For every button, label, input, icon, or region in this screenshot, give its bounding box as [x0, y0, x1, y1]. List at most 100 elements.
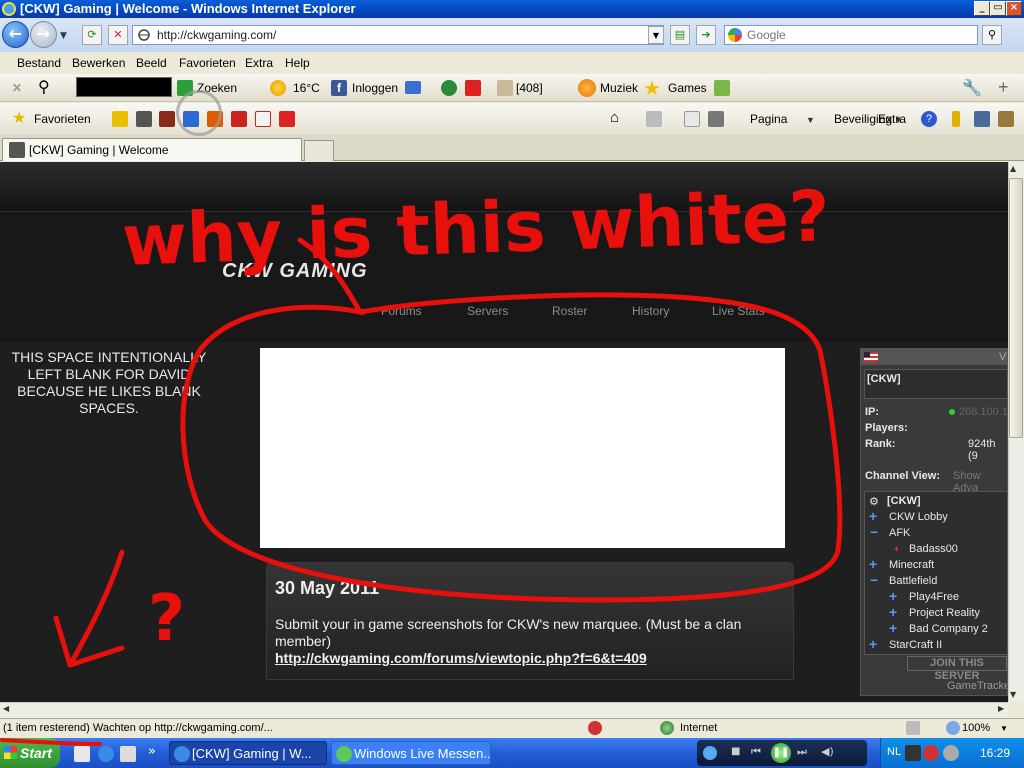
scroll-up-icon[interactable]: ▲ [1010, 164, 1016, 173]
weather-temp[interactable]: 16°C [293, 81, 320, 95]
collapse-icon[interactable]: − [870, 572, 878, 588]
protected-mode-icon[interactable] [906, 721, 920, 735]
tab-ckw-gaming[interactable]: [CKW] Gaming | Welcome [2, 138, 302, 161]
expand-icon[interactable]: + [869, 508, 877, 524]
page-menu[interactable]: Pagina [750, 112, 787, 126]
forward-button[interactable]: → [30, 21, 57, 48]
expand-icon[interactable]: + [869, 556, 877, 572]
channel-item[interactable]: Minecraft [889, 559, 934, 571]
channel-item[interactable]: Project Reality [909, 607, 980, 619]
mail-icon[interactable] [405, 81, 421, 94]
add-favorite-icon[interactable] [112, 111, 128, 127]
gametracker-footer[interactable]: GameTracker [947, 680, 1007, 692]
tray-steam-icon[interactable] [905, 745, 921, 761]
menu-bestand[interactable]: Bestand [17, 56, 61, 70]
search-input[interactable]: Google [724, 25, 978, 45]
quicklaunch-more-icon[interactable]: » [148, 744, 156, 759]
bug-icon[interactable] [998, 111, 1014, 127]
language-indicator[interactable]: NL [887, 746, 901, 758]
print-icon[interactable] [708, 111, 724, 127]
add-toolbar-icon[interactable]: + [998, 77, 1009, 98]
channel-item[interactable]: Bad Company 2 [909, 623, 988, 635]
channel-item[interactable]: Play4Free [909, 591, 959, 603]
address-dropdown-icon[interactable]: ▼ [648, 26, 664, 44]
fav-ckw-icon[interactable] [136, 111, 152, 127]
scroll-down-icon[interactable]: ▼ [1010, 690, 1016, 699]
toolbar-search-field[interactable] [76, 77, 172, 97]
notification-count[interactable]: [408] [516, 81, 543, 95]
wrench-icon[interactable]: 🔧 [962, 78, 982, 98]
site-logo[interactable]: CKW GAMING [222, 260, 368, 283]
compatibility-icon[interactable]: ▤ [670, 25, 690, 45]
channel-item[interactable]: StarCraft II [889, 639, 942, 651]
facebook-login[interactable]: Inloggen [352, 81, 398, 95]
join-server-button[interactable]: JOIN THIS SERVER [907, 656, 1007, 682]
media-stop-icon[interactable]: ■ [731, 746, 740, 757]
task-ie[interactable]: [CKW] Gaming | W... [169, 741, 327, 765]
nav-servers[interactable]: Servers [467, 304, 508, 318]
fav-youtube-icon[interactable] [279, 111, 295, 127]
tools-icon[interactable] [974, 111, 990, 127]
nav-live-stats[interactable]: Live Stats [712, 304, 765, 318]
utorrent-icon[interactable] [441, 80, 457, 96]
task-messenger[interactable]: Windows Live Messen... [331, 741, 491, 765]
start-button[interactable]: Start [0, 738, 60, 768]
channel-root[interactable]: [CKW] [887, 495, 921, 507]
menu-favorieten[interactable]: Favorieten [179, 56, 236, 70]
menu-beeld[interactable]: Beeld [136, 56, 167, 70]
favorites-label[interactable]: Favorieten [34, 112, 91, 126]
channel-item[interactable]: AFK [889, 527, 910, 539]
fav-site2-icon[interactable] [159, 111, 175, 127]
search-button-icon[interactable]: ⚲ [982, 25, 1002, 45]
menu-bewerken[interactable]: Bewerken [72, 56, 125, 70]
games-label[interactable]: Games [668, 81, 707, 95]
feeds-icon[interactable] [646, 111, 662, 127]
quicklaunch-game-icon[interactable] [120, 746, 136, 762]
go-arrow-icon[interactable]: ➔ [696, 25, 716, 45]
media-volume-icon[interactable]: ◀) [821, 745, 834, 758]
zoom-dropdown-icon[interactable]: ▼ [1000, 724, 1008, 733]
help-icon[interactable]: ? [921, 111, 937, 127]
scroll-right-icon[interactable]: ▶ [998, 704, 1004, 713]
extra-menu[interactable]: Extra [878, 112, 906, 126]
youtube-icon[interactable] [465, 80, 481, 96]
magnifier-icon[interactable]: ⚲ [38, 77, 50, 97]
menu-extra[interactable]: Extra [245, 56, 273, 70]
new-tab-button[interactable] [304, 140, 334, 161]
tray-volume-icon[interactable] [943, 745, 959, 761]
scroll-left-icon[interactable]: ◀ [3, 704, 9, 713]
vertical-scroll-thumb[interactable] [1009, 178, 1023, 438]
addon-icon[interactable] [714, 80, 730, 96]
expand-icon[interactable]: + [889, 604, 897, 620]
back-button[interactable]: ← [2, 21, 29, 48]
channel-user[interactable]: Badass00 [909, 543, 958, 555]
media-prev-icon[interactable]: ⏮ [751, 745, 761, 759]
research-icon[interactable] [952, 111, 960, 127]
quicklaunch-desktop-icon[interactable] [74, 746, 90, 762]
refresh-icon[interactable]: ⟳ [82, 25, 102, 45]
horizontal-scrollbar[interactable] [0, 702, 1008, 718]
quicklaunch-ie-icon[interactable] [98, 746, 114, 762]
stop-icon[interactable]: ✕ [108, 25, 128, 45]
news-link[interactable]: http://ckwgaming.com/forums/viewtopic.ph… [275, 650, 647, 666]
channel-item[interactable]: CKW Lobby [889, 511, 948, 523]
read-mail-icon[interactable] [684, 111, 700, 127]
expand-icon[interactable]: + [889, 620, 897, 636]
minimize-button[interactable]: _ [974, 1, 990, 16]
home-icon[interactable]: ⌂ [610, 109, 619, 126]
channel-item[interactable]: Battlefield [889, 575, 937, 587]
zoom-level[interactable]: 100% [962, 722, 990, 734]
expand-icon[interactable]: + [869, 636, 877, 652]
nav-forums[interactable]: Forums [381, 304, 422, 318]
collapse-icon[interactable]: − [870, 524, 878, 540]
media-restore-icon[interactable] [703, 746, 717, 760]
address-input[interactable]: http://ckwgaming.com/ [132, 25, 664, 45]
menu-help[interactable]: Help [285, 56, 310, 70]
tray-network-icon[interactable] [923, 745, 939, 761]
close-toolbar-icon[interactable]: ✕ [12, 81, 22, 95]
popup-blocked-icon[interactable] [588, 721, 602, 735]
fav-site6-icon[interactable] [255, 111, 271, 127]
media-pause-icon[interactable]: ❚❚ [771, 743, 791, 763]
zoom-icon[interactable] [946, 721, 960, 735]
close-button[interactable]: × [1006, 1, 1022, 16]
